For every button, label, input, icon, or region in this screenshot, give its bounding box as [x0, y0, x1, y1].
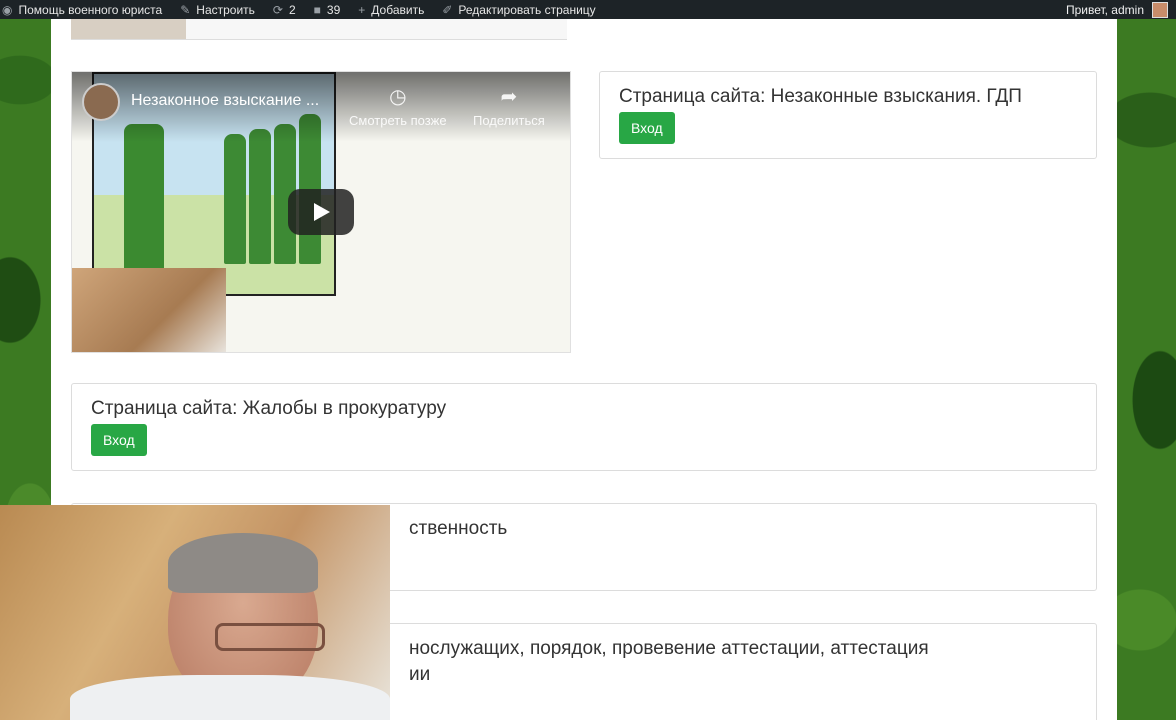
login-button[interactable]: Вход — [91, 424, 147, 456]
adminbar-comments-count: 39 — [326, 2, 341, 17]
adminbar-site-link[interactable]: ◉ Помощь военного юриста — [2, 3, 162, 17]
previous-video-thumbnail[interactable] — [71, 19, 567, 40]
adminbar-updates[interactable]: ⟳ 2 — [273, 3, 296, 17]
card-title: Страница сайта: Незаконные взыскания. ГД… — [619, 86, 1022, 107]
login-button[interactable]: Вход — [619, 112, 675, 144]
updates-icon: ⟳ — [272, 2, 283, 17]
avatar — [1152, 1, 1168, 18]
video-title[interactable]: Незаконное взыскание ... — [131, 92, 319, 110]
adminbar-updates-count: 2 — [288, 2, 296, 17]
adminbar-customize[interactable]: ✎ Настроить — [180, 3, 255, 17]
adminbar-customize-label: Настроить — [196, 2, 255, 17]
adminbar-site-label: Помощь военного юриста — [18, 2, 163, 17]
plus-icon: + — [358, 2, 366, 17]
page-card-complaints: Страница сайта: Жалобы в прокуратуру Вхо… — [71, 383, 1097, 471]
webcam-overlay — [0, 505, 390, 720]
card-title: Страница сайта: Жалобы в прокуратуру — [91, 398, 447, 419]
youtube-embed[interactable]: Незаконное взыскание ... ◷ Смотреть позж… — [71, 71, 571, 353]
play-button[interactable] — [288, 189, 354, 235]
dashboard-icon: ◉ — [2, 2, 13, 17]
adminbar-greeting: Привет, admin — [1065, 2, 1144, 17]
watch-later-button[interactable]: ◷ Смотреть позже — [349, 84, 447, 128]
adminbar-new-label: Добавить — [371, 2, 425, 17]
page-card-gdp: Страница сайта: Незаконные взыскания. ГД… — [599, 71, 1097, 159]
adminbar-comments[interactable]: ■ 39 — [314, 3, 341, 17]
glasses — [215, 623, 325, 651]
watch-later-label: Смотреть позже — [349, 113, 447, 128]
pencil-icon: ✐ — [442, 2, 453, 17]
adminbar-account[interactable]: Привет, admin — [1066, 0, 1168, 19]
adminbar-edit-label: Редактировать страницу — [458, 2, 596, 17]
channel-avatar[interactable] — [82, 83, 120, 121]
adminbar-edit-page[interactable]: ✐ Редактировать страницу — [442, 3, 595, 17]
wp-admin-bar: ◉ Помощь военного юриста ✎ Настроить ⟳ 2… — [0, 0, 1176, 19]
video-thumbnail-webcam — [72, 268, 226, 352]
adminbar-new[interactable]: + Добавить — [358, 3, 424, 17]
clock-icon: ◷ — [389, 86, 407, 108]
share-label: Поделиться — [473, 113, 545, 128]
comments-icon: ■ — [313, 2, 321, 17]
brush-icon: ✎ — [180, 2, 191, 17]
share-icon: ➦ — [500, 86, 518, 108]
share-button[interactable]: ➦ Поделиться — [473, 84, 545, 128]
